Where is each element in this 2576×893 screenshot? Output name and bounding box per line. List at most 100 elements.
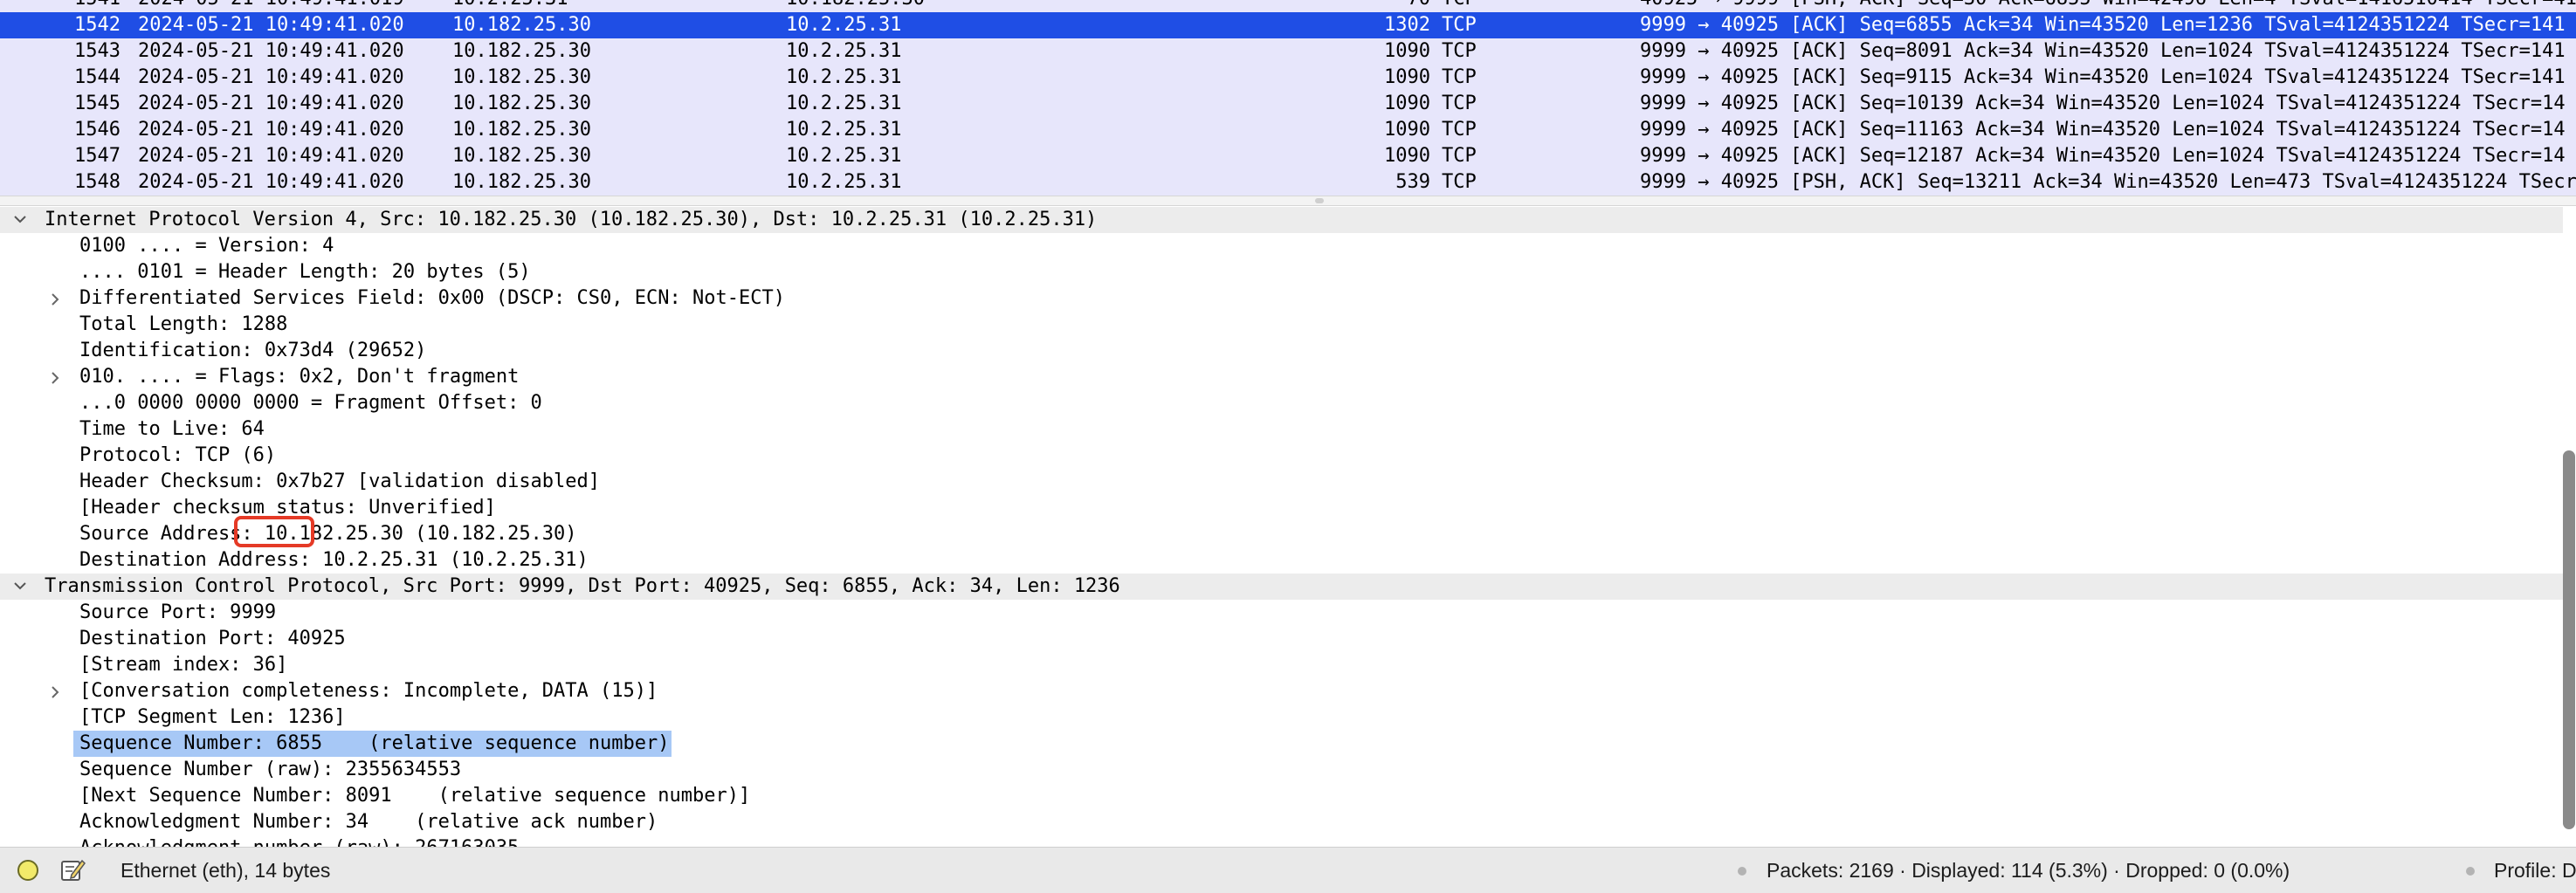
splitter-grip[interactable] (1315, 198, 1324, 203)
tree-field[interactable]: ...0 0000 0000 0000 = Fragment Offset: 0 (0, 390, 2563, 416)
packet-number: 1547 (74, 145, 121, 167)
chevron-down-icon[interactable] (12, 574, 30, 600)
packet-length: 1090 (1384, 40, 1430, 62)
packet-number: 1542 (74, 14, 121, 36)
tree-field-collapsed[interactable]: [Conversation completeness: Incomplete, … (0, 678, 2563, 704)
packet-source: 10.182.25.30 (452, 40, 591, 62)
pane-splitter[interactable] (0, 196, 2576, 206)
packet-time: 2024-05-21 10:49:41.020 (138, 145, 404, 167)
packet-row[interactable]: 1546 2024-05-21 10:49:41.020 10.182.25.3… (0, 117, 2576, 143)
tree-field[interactable]: Acknowledgment Number: 34 (relative ack … (0, 809, 2563, 835)
chevron-right-icon[interactable] (49, 364, 66, 390)
packet-row[interactable]: 1544 2024-05-21 10:49:41.020 10.182.25.3… (0, 65, 2576, 91)
tree-field-total-length[interactable]: Total Length: 1288 (0, 312, 2563, 338)
field-label: Source Address: 10.182.25.30 (10.182.25.… (79, 523, 577, 545)
field-label: 0100 .... = Version: 4 (79, 235, 334, 257)
packet-row[interactable]: 1547 2024-05-21 10:49:41.020 10.182.25.3… (0, 143, 2576, 169)
tree-field[interactable]: [Header checksum status: Unverified] (0, 495, 2563, 521)
field-label: Time to Live: 64 (79, 418, 265, 440)
packet-details-tree[interactable]: Internet Protocol Version 4, Src: 10.182… (0, 206, 2576, 847)
status-layer-info: Ethernet (eth), 14 bytes (121, 859, 331, 882)
status-bar: Ethernet (eth), 14 bytes Packets: 2169 ·… (0, 847, 2576, 893)
tree-field[interactable]: Source Port: 9999 (0, 600, 2563, 626)
packet-protocol: TCP (1442, 119, 1477, 141)
packet-protocol: TCP (1442, 40, 1477, 62)
field-label: Header Checksum: 0x7b27 [validation disa… (79, 471, 601, 492)
packet-row[interactable]: 1548 2024-05-21 10:49:41.020 10.182.25.3… (0, 169, 2576, 196)
tree-field[interactable]: Time to Live: 64 (0, 416, 2563, 443)
field-label: .... 0101 = Header Length: 20 bytes (5) (79, 261, 531, 283)
packet-length: 1090 (1384, 145, 1430, 167)
packet-number: 1548 (74, 171, 121, 193)
packet-number: 1545 (74, 93, 121, 114)
tree-field[interactable]: [Stream index: 36] (0, 652, 2563, 678)
packet-info: 9999 → 40925 [ACK] Seq=12187 Ack=34 Win=… (1640, 145, 2566, 167)
packet-row[interactable]: 1541 2024-05-21 10:49:41.019 10.2.25.31 … (0, 0, 2576, 12)
packet-time: 2024-05-21 10:49:41.020 (138, 66, 404, 88)
packet-source: 10.182.25.30 (452, 171, 591, 193)
field-label: 010. .... = Flags: 0x2, Don't fragment (79, 366, 520, 388)
chevron-down-icon[interactable] (12, 207, 30, 233)
packet-time: 2024-05-21 10:49:41.020 (138, 171, 404, 193)
separator-dot (2466, 867, 2475, 876)
packet-protocol: TCP (1442, 145, 1477, 167)
tree-ip-header[interactable]: Internet Protocol Version 4, Src: 10.182… (0, 207, 2563, 233)
field-label: Acknowledgment Number: 34 (relative ack … (79, 811, 658, 833)
tree-ip-header-label: Internet Protocol Version 4, Src: 10.182… (45, 209, 1098, 230)
tree-field[interactable]: 0100 .... = Version: 4 (0, 233, 2563, 259)
tree-field[interactable]: .... 0101 = Header Length: 20 bytes (5) (0, 259, 2563, 285)
tree-field[interactable]: Protocol: TCP (6) (0, 443, 2563, 469)
packet-time: 2024-05-21 10:49:41.020 (138, 40, 404, 62)
packet-source: 10.2.25.31 (452, 0, 568, 12)
separator-dot (1738, 867, 1746, 876)
tree-field[interactable]: Source Address: 10.182.25.30 (10.182.25.… (0, 521, 2563, 547)
field-label: [Next Sequence Number: 8091 (relative se… (79, 785, 751, 807)
field-label: Sequence Number (raw): 2355634553 (79, 759, 462, 780)
edit-comment-icon[interactable] (59, 857, 86, 883)
field-label: Destination Port: 40925 (79, 628, 346, 649)
packet-row[interactable]: 1543 2024-05-21 10:49:41.020 10.182.25.3… (0, 38, 2576, 65)
tree-field[interactable]: Sequence Number (raw): 2355634553 (0, 757, 2563, 783)
field-label: Differentiated Services Field: 0x00 (DSC… (79, 287, 785, 309)
tree-field[interactable]: Identification: 0x73d4 (29652) (0, 338, 2563, 364)
tree-field[interactable]: [Next Sequence Number: 8091 (relative se… (0, 783, 2563, 809)
field-label: Acknowledgment number (raw): 267163035 (79, 835, 520, 847)
packet-row-selected[interactable]: 1542 2024-05-21 10:49:41.020 10.182.25.3… (0, 12, 2576, 38)
packet-info: 9999 → 40925 [ACK] Seq=10139 Ack=34 Win=… (1640, 93, 2566, 114)
packet-time: 2024-05-21 10:49:41.020 (138, 14, 404, 36)
packet-info: 40925 → 9999 [PSH, ACK] Seq=30 Ack=6855 … (1640, 0, 2576, 12)
tree-field[interactable]: Destination Address: 10.2.25.31 (10.2.25… (0, 547, 2563, 574)
tree-field[interactable]: Header Checksum: 0x7b27 [validation disa… (0, 469, 2563, 495)
tree-tcp-header-label: Transmission Control Protocol, Src Port:… (45, 575, 1120, 597)
field-label: Total Length: 1288 (79, 313, 288, 335)
vertical-scrollbar-thumb[interactable] (2563, 450, 2575, 829)
tree-field-selected[interactable]: Sequence Number: 6855 (relative sequence… (0, 731, 2563, 757)
tree-field[interactable]: Acknowledgment number (raw): 267163035 (0, 835, 2563, 847)
packet-source: 10.182.25.30 (452, 145, 591, 167)
packet-number: 1541 (0, 0, 121, 12)
packet-destination: 10.2.25.31 (786, 171, 902, 193)
chevron-right-icon[interactable] (49, 678, 66, 704)
tree-field[interactable]: Destination Port: 40925 (0, 626, 2563, 652)
packet-source: 10.182.25.30 (452, 66, 591, 88)
packet-row[interactable]: 1545 2024-05-21 10:49:41.020 10.182.25.3… (0, 91, 2576, 117)
packet-destination: 10.2.25.31 (786, 14, 902, 36)
tree-field[interactable]: [TCP Segment Len: 1236] (0, 704, 2563, 731)
chevron-right-icon[interactable] (49, 285, 66, 312)
packet-protocol: TCP (1442, 0, 1477, 12)
packet-destination: 10.2.25.31 (786, 66, 902, 88)
tree-field-collapsed[interactable]: 010. .... = Flags: 0x2, Don't fragment (0, 364, 2563, 390)
packet-length: 539 (1395, 171, 1430, 193)
packet-length: 1302 (1384, 14, 1430, 36)
packet-list[interactable]: 1541 2024-05-21 10:49:41.019 10.2.25.31 … (0, 0, 2576, 196)
packet-length: 1090 (1384, 93, 1430, 114)
packet-protocol: TCP (1442, 171, 1477, 193)
packet-info: 9999 → 40925 [ACK] Seq=6855 Ack=34 Win=4… (1640, 14, 2566, 36)
expert-info-icon[interactable] (17, 860, 38, 881)
packet-info: 9999 → 40925 [ACK] Seq=11163 Ack=34 Win=… (1640, 119, 2566, 141)
status-profile[interactable]: Profile: Default (2494, 848, 2576, 893)
tree-field-collapsed[interactable]: Differentiated Services Field: 0x00 (DSC… (0, 285, 2563, 312)
packet-time: 2024-05-21 10:49:41.019 (138, 0, 404, 12)
field-label: Sequence Number: 6855 (relative sequence… (73, 731, 672, 757)
tree-tcp-header[interactable]: Transmission Control Protocol, Src Port:… (0, 574, 2563, 600)
